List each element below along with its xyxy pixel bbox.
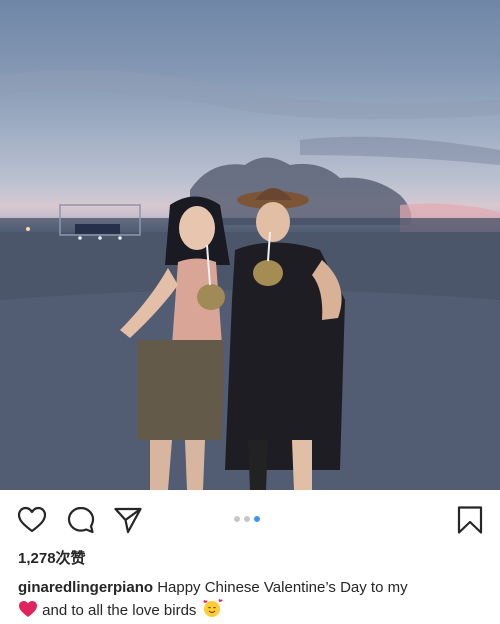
- instagram-post: 1,278次赞 ginaredlingerpiano Happy Chinese…: [0, 0, 500, 620]
- heart-outline-icon[interactable]: [17, 505, 47, 535]
- bookmark-icon[interactable]: [455, 505, 485, 535]
- likes-count[interactable]: 1,278次赞: [18, 547, 86, 568]
- carousel-indicator: [234, 516, 260, 524]
- comment-bubble-icon[interactable]: [66, 505, 96, 535]
- paper-plane-icon[interactable]: [113, 505, 143, 535]
- carousel-dot: [234, 516, 240, 522]
- carousel-dot: [244, 516, 250, 522]
- smiling-face-with-hearts-emoji: [201, 598, 223, 624]
- caption-text-line1: Happy Chinese Valentine’s Day to my: [157, 579, 408, 596]
- post-photo[interactable]: [0, 0, 500, 490]
- carousel-dot-active: [254, 516, 260, 522]
- red-heart-emoji: [18, 600, 38, 624]
- caption-username[interactable]: ginaredlingerpiano: [18, 579, 153, 596]
- caption-text-line2: and to all the love birds: [42, 602, 197, 619]
- beach-sunset-photo: [0, 70, 500, 490]
- post-caption: ginaredlingerpiano Happy Chinese Valenti…: [18, 577, 488, 624]
